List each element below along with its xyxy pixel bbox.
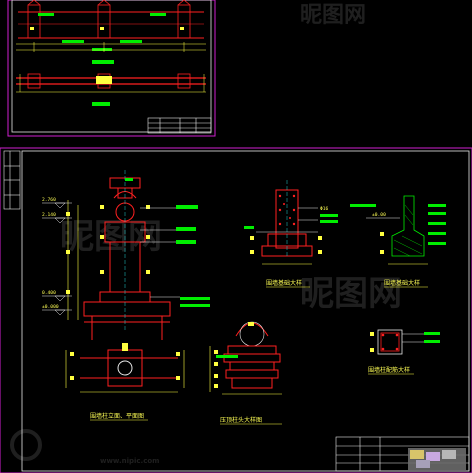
elevation-label: 2.140 [42, 212, 56, 218]
elevation-label: 2.760 [42, 197, 56, 203]
drawing-title: 压顶柱头大样图 [220, 416, 262, 424]
drawing-title: 围墙柱配筋大样 [368, 366, 410, 374]
drawing-title: 围墙基础大样 [384, 279, 420, 287]
drawing-title: 围墙柱立面、平面图 [90, 412, 144, 420]
elevation-label: ±0.000 [42, 304, 59, 310]
cad-drawing-canvas: 昵图网 昵图网 昵图网 www.nipic.com 2.760 2.140 0.… [0, 0, 472, 473]
watermark-url: www.nipic.com [100, 457, 159, 465]
drawing-title: 围墙基础大样 [266, 279, 302, 287]
watermark-text: 昵图网 [300, 3, 366, 28]
elevation-label: ±0.00 [372, 212, 386, 218]
rebar-label: Φ16 [320, 206, 329, 212]
elevation-label: 0.400 [42, 290, 56, 296]
blurred-overlay [408, 448, 466, 470]
